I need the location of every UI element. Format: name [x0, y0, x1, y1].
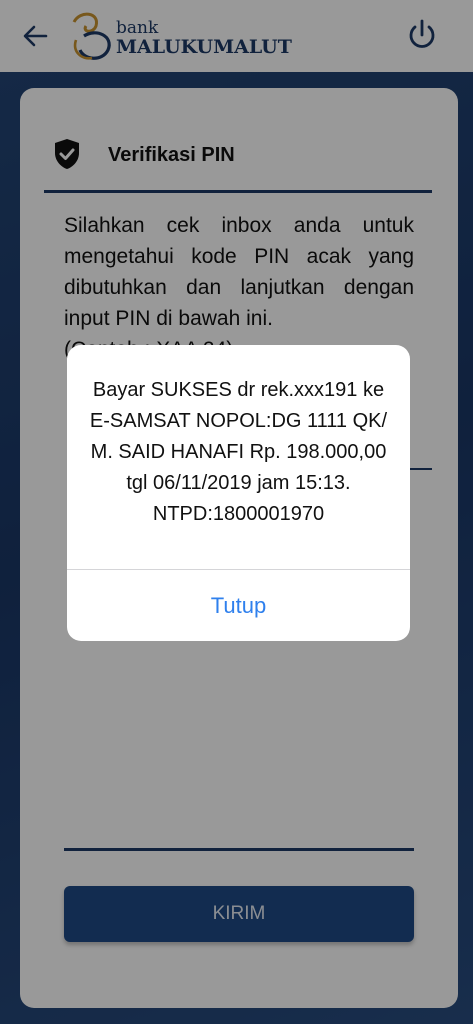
dialog-message: Bayar SUKSES dr rek.xxx191 ke E-SAMSAT N… [89, 379, 388, 525]
alert-dialog: Bayar SUKSES dr rek.xxx191 ke E-SAMSAT N… [67, 345, 410, 641]
close-dialog-button[interactable]: Tutup [67, 570, 410, 641]
